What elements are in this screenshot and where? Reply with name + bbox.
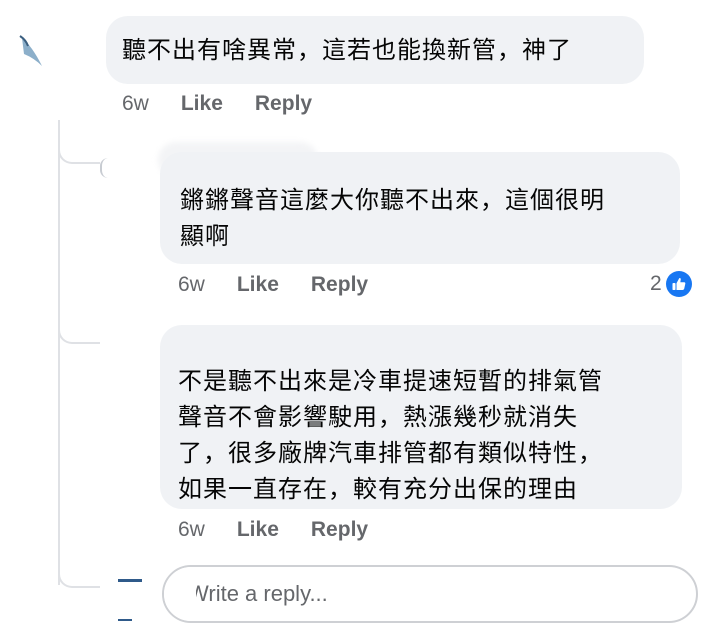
avatar[interactable] bbox=[118, 607, 132, 621]
comment-text: 不是聽不出來是冷車提速短暫的排氣管 聲音不會影響駛用，熱漲幾秒就消失 了，很多廠… bbox=[178, 367, 603, 503]
like-button[interactable]: Like bbox=[181, 92, 223, 116]
reply-input-placeholder: Write a reply... bbox=[188, 581, 328, 606]
comment-bubble: 不是聽不出來是冷車提速短暫的排氣管 聲音不會影響駛用，熱漲幾秒就消失 了，很多廠… bbox=[160, 325, 682, 509]
comment-timestamp[interactable]: 6w bbox=[178, 273, 205, 297]
avatar[interactable] bbox=[100, 158, 108, 178]
like-button[interactable]: Like bbox=[237, 273, 279, 297]
reply-button[interactable]: Reply bbox=[311, 518, 368, 542]
comment-bubble: 聽不出有啥異常，這若也能換新管，神了 bbox=[106, 16, 644, 84]
comment-actions: 6w Like Reply bbox=[178, 518, 368, 542]
reply-input-mask bbox=[164, 567, 196, 621]
comment-timestamp[interactable]: 6w bbox=[122, 92, 149, 116]
comment-actions: 6w Like Reply bbox=[122, 92, 312, 116]
comment-timestamp[interactable]: 6w bbox=[178, 518, 205, 542]
thread-line bbox=[58, 120, 60, 585]
avatar[interactable] bbox=[18, 32, 46, 72]
comment-text: 鏘鏘聲音這麼大你聽不出來，這個很明 顯啊 bbox=[180, 186, 605, 250]
reaction-summary[interactable]: 2 bbox=[650, 271, 692, 297]
like-button[interactable]: Like bbox=[237, 518, 279, 542]
reply-input[interactable]: Write a reply... bbox=[162, 565, 698, 623]
reaction-count: 2 bbox=[650, 272, 662, 295]
reply-button[interactable]: Reply bbox=[255, 92, 312, 116]
thread-connector-2 bbox=[58, 316, 100, 344]
comment-bubble: 鏘鏘聲音這麼大你聽不出來，這個很明 顯啊 bbox=[160, 152, 680, 264]
comment-text: 聽不出有啥異常，這若也能換新管，神了 bbox=[122, 36, 572, 64]
avatar[interactable] bbox=[118, 568, 142, 582]
thread-connector-1 bbox=[58, 136, 100, 164]
thumbs-up-icon bbox=[665, 271, 692, 297]
comment-actions: 6w Like Reply bbox=[178, 273, 368, 297]
reply-button[interactable]: Reply bbox=[311, 273, 368, 297]
thread-connector-3 bbox=[58, 560, 100, 588]
